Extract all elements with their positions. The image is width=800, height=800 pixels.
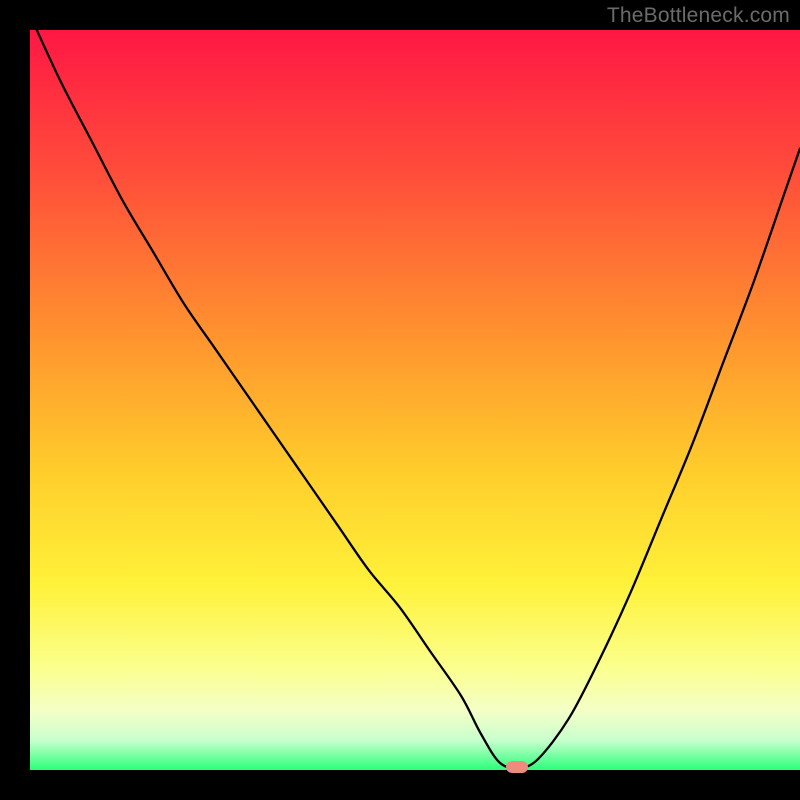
optimum-marker [506,761,528,773]
plot-area [30,30,800,770]
watermark-text: TheBottleneck.com [607,4,790,28]
bottleneck-chart [30,30,800,770]
gradient-background [30,30,800,770]
chart-frame: TheBottleneck.com [0,0,800,800]
